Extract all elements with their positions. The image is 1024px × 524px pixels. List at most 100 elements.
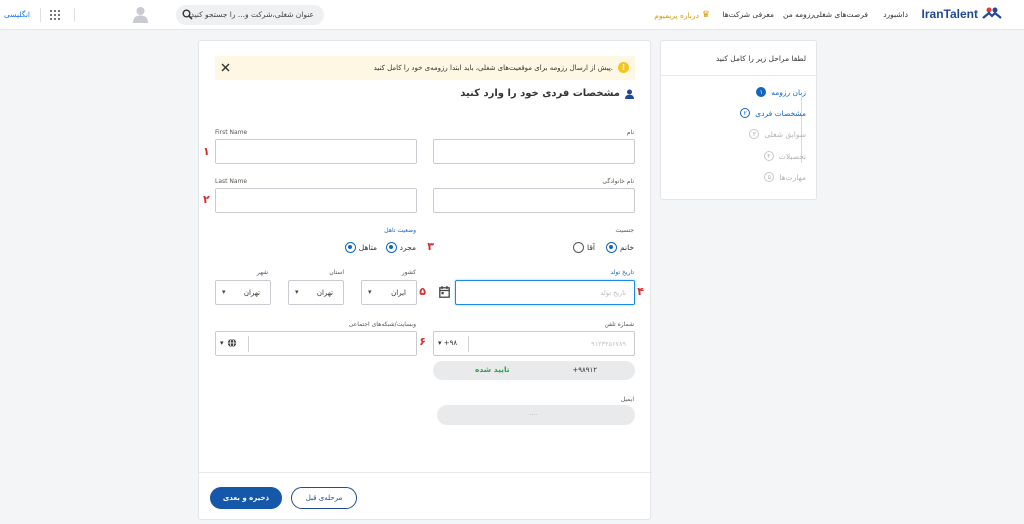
gender-option-male[interactable]: آقا — [573, 242, 595, 253]
city-select[interactable]: تهران ▾ — [215, 280, 271, 305]
city-label: شهر — [256, 269, 268, 276]
user-icon — [625, 89, 634, 99]
chevron-down-icon: ▾ — [220, 339, 224, 347]
step-number: ۱ — [756, 87, 767, 97]
first-name-fa-input[interactable] — [433, 139, 635, 164]
country-code-select[interactable]: ▾ +۹۸ — [438, 339, 457, 347]
chevron-down-icon: ▾ — [295, 288, 299, 296]
divider — [468, 336, 469, 352]
verified-phone-number: +۹۸۹۱۲ — [572, 366, 597, 374]
save-next-button[interactable]: ذخیره و بعدی — [210, 487, 282, 509]
country-code: +۹۸ — [443, 339, 458, 347]
option-label: آقا — [587, 243, 595, 252]
marker-5: ۵ — [419, 285, 426, 298]
globe-icon — [227, 338, 236, 348]
first-name-en-label: First Name — [215, 129, 248, 136]
logo-text: IranTalent — [921, 7, 978, 21]
last-name-en-label: Last Name — [215, 178, 248, 185]
country-label: کشور — [401, 269, 416, 276]
search-icon — [182, 9, 193, 20]
marker-4: ۴ — [637, 285, 644, 298]
step-label: تحصیلات — [778, 151, 806, 161]
step-personal-info[interactable]: ۲ مشخصات فردی — [740, 108, 806, 118]
alert-text: پیش از ارسال رزومه برای موقعیت‌های شغلی،… — [373, 64, 613, 72]
radio-button[interactable] — [344, 242, 356, 253]
verified-badge: تایید شده — [475, 365, 510, 374]
step-number: ۲ — [740, 108, 751, 118]
divider — [661, 75, 818, 76]
phone-label: شماره تلفن — [604, 321, 634, 328]
radio-button[interactable] — [573, 242, 585, 253]
premium-label: درباره پریمیوم — [654, 10, 699, 20]
irantalent-logo[interactable]: IranTalent — [922, 7, 1002, 21]
last-name-en-input[interactable] — [215, 188, 417, 213]
marker-1: ۱ — [203, 145, 210, 158]
step-resume-language[interactable]: ۱ زبان رزومه — [756, 87, 806, 97]
nav-jobs[interactable]: فرصت‌های شغلی — [813, 10, 868, 19]
divider — [40, 8, 41, 22]
country-select[interactable]: ایران ▾ — [361, 280, 417, 305]
logo-mark-icon — [982, 7, 1002, 19]
nav-premium[interactable]: درباره پریمیوم ♛ — [654, 10, 710, 20]
page-title: مشخصات فردی خود را وارد کنید — [460, 88, 620, 99]
info-icon: i — [618, 62, 629, 73]
close-icon[interactable] — [221, 63, 230, 72]
marker-3: ۳ — [427, 240, 434, 253]
step-education: ۴ تحصیلات — [763, 151, 806, 161]
user-avatar-icon[interactable] — [133, 6, 148, 23]
divider — [74, 8, 75, 22]
step-skills: ۵ مهارت‌ها — [764, 172, 806, 182]
birthdate-label: تاریخ تولد — [610, 269, 634, 276]
apps-grid-icon[interactable] — [50, 10, 60, 20]
gender-label: جنسیت — [615, 227, 634, 234]
nav-my-resume[interactable]: رزومه من — [783, 10, 814, 19]
city-value: تهران — [243, 289, 260, 297]
step-label: مشخصات فردی — [755, 108, 806, 118]
province-select[interactable]: تهران ▾ — [288, 280, 344, 305]
marital-label: وضعیت تاهل — [384, 227, 416, 234]
form-heading: مشخصات فردی خود را وارد کنید — [460, 88, 634, 99]
incomplete-resume-alert: پیش از ارسال رزومه برای موقعیت‌های شغلی،… — [215, 56, 635, 80]
phone-placeholder: ۹۱۲۳۴۵۶۷۸۹ — [591, 340, 626, 348]
option-label: خانم — [619, 243, 634, 252]
step-number: ۳ — [749, 129, 760, 139]
province-label: استان — [329, 269, 344, 276]
first-name-en-input[interactable] — [215, 139, 417, 164]
birthdate-input[interactable]: تاریخ تولد — [455, 280, 635, 305]
calendar-icon[interactable] — [439, 286, 450, 298]
last-name-fa-input[interactable] — [433, 188, 635, 213]
verified-phone-bar: +۹۸۹۱۲ تایید شده — [433, 361, 635, 380]
email-field: .... — [437, 405, 635, 425]
gender-option-female[interactable]: خانم — [605, 242, 634, 253]
step-number: ۵ — [764, 172, 775, 182]
radio-button[interactable] — [605, 242, 617, 253]
prev-step-button[interactable]: مرحله‌ی قبل — [291, 487, 357, 509]
country-value: ایران — [391, 289, 406, 297]
steps-title: لطفا مراحل زیر را کامل کنید — [715, 54, 806, 63]
birthdate-placeholder: تاریخ تولد — [600, 289, 626, 297]
website-input[interactable]: ▾ — [215, 331, 417, 356]
email-placeholder: .... — [529, 409, 538, 417]
phone-input[interactable]: ۹۱۲۳۴۵۶۷۸۹ ▾ +۹۸ — [433, 331, 635, 356]
website-label: وبسایت/شبکه‌های اجتماعی — [348, 321, 416, 328]
nav-companies[interactable]: معرفی شرکت‌ها — [722, 10, 774, 19]
marital-option-single[interactable]: مجرد — [385, 242, 416, 253]
divider — [248, 336, 249, 352]
province-value: تهران — [316, 289, 333, 297]
option-label: متاهل — [358, 243, 377, 252]
personal-info-card: پیش از ارسال رزومه برای موقعیت‌های شغلی،… — [198, 40, 652, 520]
top-navbar: IranTalent داشبورد فرصت‌های شغلی رزومه م… — [0, 0, 1024, 30]
search-input[interactable]: عنوان شغلی،شرکت و... را جستجو کنید — [176, 5, 324, 25]
email-label: ایمیل — [620, 396, 634, 403]
radio-button[interactable] — [385, 242, 397, 253]
marital-option-married[interactable]: متاهل — [344, 242, 377, 253]
step-number: ۴ — [763, 151, 774, 161]
last-name-fa-label: نام خانوادگی — [602, 178, 634, 185]
chevron-down-icon: ▾ — [222, 288, 226, 296]
language-switch[interactable]: انگلیسی — [4, 10, 30, 19]
link-type-select[interactable]: ▾ — [220, 338, 237, 348]
marker-6: ۶ — [419, 335, 426, 348]
search-placeholder: عنوان شغلی،شرکت و... را جستجو کنید — [190, 10, 314, 19]
first-name-fa-label: نام — [626, 129, 634, 136]
nav-dashboard[interactable]: داشبورد — [883, 10, 908, 19]
